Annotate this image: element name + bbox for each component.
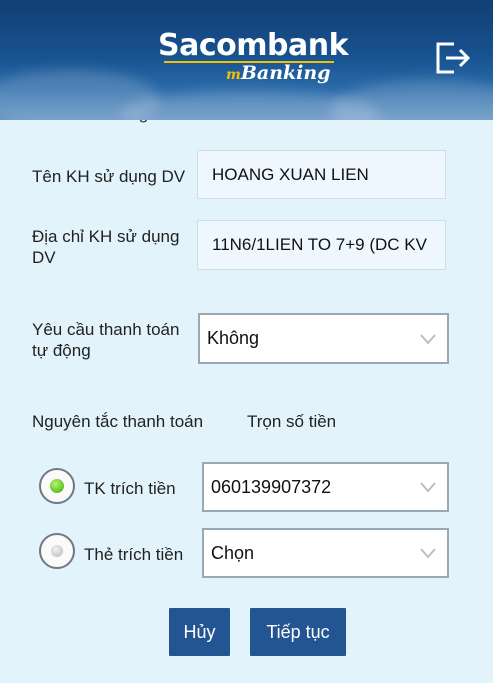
card-source-label: Thẻ trích tiền	[84, 545, 184, 564]
chevron-down-icon	[420, 482, 436, 493]
chevron-down-icon	[420, 548, 436, 559]
account-select[interactable]: 060139907372	[202, 462, 449, 512]
radio-selected-dot	[50, 479, 64, 493]
sacombank-logo: Sacombank	[158, 28, 349, 63]
customer-name-field: HOANG XUAN LIEN	[197, 150, 446, 199]
auto-pay-select[interactable]: Không	[198, 313, 449, 364]
app-header: Sacombank mBanking	[0, 0, 493, 120]
customer-name-label: Tên KH sử dụng DV	[32, 167, 186, 186]
chevron-down-icon	[420, 333, 436, 345]
account-source-label: TK trích tiền	[84, 479, 176, 498]
payment-rule-value: Trọn số tiền	[247, 412, 337, 431]
card-select[interactable]: Chọn	[202, 528, 449, 578]
card-source-radio[interactable]	[39, 533, 75, 569]
logout-icon[interactable]	[432, 38, 472, 78]
mbanking-logo: mBanking	[226, 62, 331, 84]
auto-pay-value: Không	[207, 328, 260, 348]
auto-pay-label: Yêu cầu thanh toán tự động	[32, 320, 180, 360]
account-value: 060139907372	[211, 476, 332, 497]
continue-button[interactable]: Tiếp tục	[250, 608, 346, 656]
cancel-button[interactable]: Hủy	[169, 608, 230, 656]
radio-unselected-dot	[51, 545, 63, 557]
account-source-radio[interactable]	[39, 468, 75, 504]
payment-rule-label: Nguyên tắc thanh toán	[32, 412, 204, 431]
address-field: 11N6/1LIEN TO 7+9 (DC KV	[197, 220, 446, 270]
address-label: Địa chỉ KH sử dụng DV	[32, 227, 180, 267]
card-value: Chọn	[211, 542, 255, 563]
